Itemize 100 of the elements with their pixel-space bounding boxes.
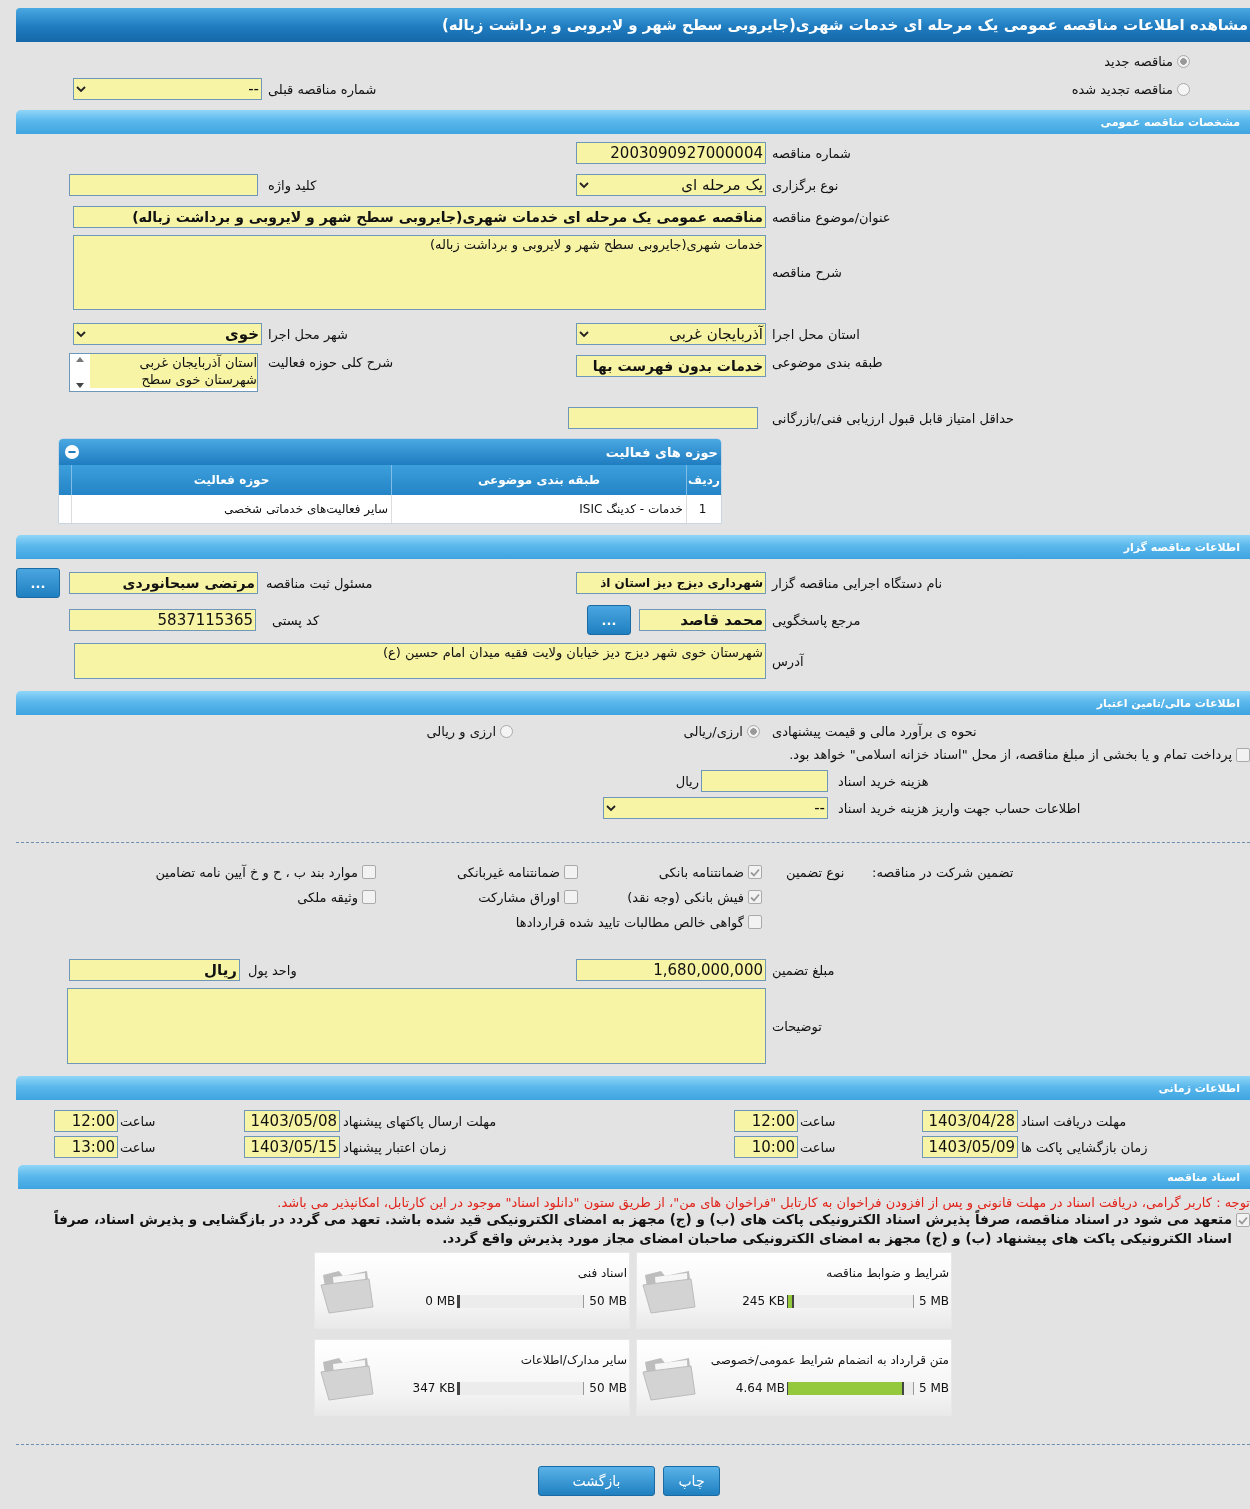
- document-title: اسناد فنی: [577, 1266, 627, 1280]
- checkbox[interactable]: [362, 890, 376, 904]
- address-field[interactable]: شهرستان خوی شهر دیزج دیز خیابان ولایت فقیه میدان امام حسین (ع): [74, 643, 766, 679]
- section-title: اطلاعات مالی/تامین اعتبار: [1096, 696, 1240, 710]
- checkbox[interactable]: [1236, 747, 1250, 762]
- form-label: نحوه ی برآورد مالی و قیمت پیشنهادی: [772, 723, 977, 739]
- date-field[interactable]: 1403/05/08: [244, 1110, 340, 1132]
- checkbox[interactable]: [748, 890, 762, 904]
- checkbox[interactable]: [564, 865, 578, 879]
- used-size: 347 KB: [412, 1381, 456, 1395]
- radio-button[interactable]: [500, 724, 513, 738]
- keyword-field[interactable]: [69, 174, 258, 196]
- currency-field[interactable]: ریال: [69, 959, 240, 981]
- previous-tender-select[interactable]: --: [73, 78, 262, 100]
- activity-scope-listbox[interactable]: استان آذربایجان غربی شهرستان خوی سطح: [69, 353, 258, 392]
- document-title: متن قرارداد به انضمام شرایط عمومی/خصوصی: [710, 1353, 949, 1367]
- column-header: ردیف: [686, 465, 721, 495]
- page-title: مشاهده اطلاعات مناقصه عمومی یک مرحله ای خدمات شهری(جایروبی سطح شهر و لایروبی و برداشت زباله): [441, 16, 1249, 34]
- registrar-field[interactable]: مرتضی سبحانوردی: [69, 572, 258, 594]
- used-size: 245 KB: [742, 1294, 785, 1308]
- category-field[interactable]: خدمات بدون فهرست بها: [576, 355, 766, 377]
- document-fee-field[interactable]: [701, 770, 828, 792]
- option-label: فیش بانکی (وجه نقد): [627, 889, 744, 905]
- collapse-icon[interactable]: [65, 445, 79, 459]
- form-label: ساعت: [800, 1139, 836, 1155]
- form-label: استان محل اجرا: [772, 326, 860, 342]
- checkbox[interactable]: [748, 865, 762, 879]
- date-field[interactable]: 1403/04/28: [922, 1110, 1018, 1132]
- section-title: اسناد مناقصه: [1167, 1170, 1240, 1184]
- caret-icon: [579, 330, 589, 338]
- caret-icon: [76, 85, 86, 93]
- list-option[interactable]: شهرستان خوی سطح: [90, 371, 257, 388]
- browse-button[interactable]: ...: [587, 605, 631, 635]
- table-cell: 1: [686, 495, 721, 523]
- subject-field[interactable]: مناقصه عمومی یک مرحله ای خدمات شهری(جایروبی سطح شهر و لایروبی و برداشت زباله): [73, 206, 766, 228]
- date-field[interactable]: 1403/05/15: [244, 1136, 340, 1158]
- time-field[interactable]: 12:00: [734, 1110, 798, 1132]
- time-field[interactable]: 12:00: [54, 1110, 118, 1132]
- section-title: اطلاعات زمانی: [1158, 1081, 1240, 1095]
- form-label: نوع برگزاری: [772, 177, 839, 193]
- form-label: هزینه خرید اسناد: [838, 773, 929, 789]
- form-label: مهلت ارسال پاکتهای پیشنهاد: [343, 1113, 497, 1129]
- time-field[interactable]: 10:00: [734, 1136, 798, 1158]
- holding-type-select[interactable]: یک مرحله ای: [576, 174, 766, 196]
- option-label: ارزی/ریالی: [683, 723, 743, 739]
- option-label: ضمانتنامه غیربانکی: [456, 864, 560, 880]
- min-score-field[interactable]: [568, 407, 758, 429]
- option-label: موارد بند ب ، ح و خ آیین نامه تضامین: [155, 864, 358, 880]
- caret-icon: [579, 181, 589, 189]
- checkbox[interactable]: [362, 865, 376, 879]
- time-field[interactable]: 13:00: [54, 1136, 118, 1158]
- description-field[interactable]: خدمات شهری(جایروبی سطح شهر و لایروبی و برداشت زباله): [73, 235, 766, 310]
- caret-icon: [76, 330, 86, 338]
- form-label: ساعت: [120, 1139, 156, 1155]
- form-label: مبلغ تضمین: [772, 962, 835, 978]
- city-select[interactable]: خوی: [73, 323, 262, 345]
- scroll-down-icon: [76, 383, 84, 388]
- table-cell: سایر فعالیت‌های خدماتی شخصی: [71, 495, 391, 523]
- table-cell: خدمات - کدینگ ISIC: [391, 495, 686, 523]
- form-label: مرجع پاسخگویی: [772, 612, 861, 628]
- radio-button[interactable]: [747, 724, 760, 738]
- form-label: عنوان/موضوع مناقصه: [772, 209, 891, 225]
- contact-field[interactable]: محمد قاصد: [639, 609, 766, 631]
- postal-code-field[interactable]: 5837115365: [69, 609, 256, 631]
- checkbox[interactable]: [564, 890, 578, 904]
- form-label: مهلت دریافت اسناد: [1021, 1113, 1127, 1129]
- browse-button[interactable]: ...: [16, 568, 60, 598]
- amount-field[interactable]: 1,680,000,000: [576, 959, 766, 981]
- checkbox[interactable]: [1236, 1213, 1250, 1227]
- form-label: واحد پول: [248, 962, 297, 978]
- date-field[interactable]: 1403/05/09: [922, 1136, 1018, 1158]
- form-label: کد پستی: [272, 612, 320, 628]
- agency-field[interactable]: شهرداری دیزج دیز استان اذ: [576, 572, 766, 594]
- form-label: نام دستگاه اجرایی مناقصه گزار: [772, 575, 943, 591]
- form-label: شماره مناقصه: [772, 145, 851, 161]
- panel-title: حوزه های فعالیت: [605, 444, 718, 460]
- commitment-text: متعهد می شود در اسناد مناقصه، صرفاً پذیرش اسناد الکترونیکی پاکت های (ب) و (ج) مجهز به امضای الکترونیکی قید شده باشد. تعهد می گردد در بازگشایی و پذیرش اسناد، صرفاً اسناد الکترونیکی پاکت های پیشنهاد (ب) و (ج) مجهز به امضای الکترونیکی صاحبان امضای مجاز مورد پذیرش واقع گردد.: [52, 1210, 1232, 1248]
- used-size: 0 MB: [425, 1294, 456, 1308]
- radio-button[interactable]: [1177, 82, 1190, 96]
- radio-button[interactable]: [1177, 54, 1190, 68]
- form-label: زمان اعتبار پیشنهاد: [343, 1139, 447, 1155]
- max-size: 50 MB: [589, 1381, 627, 1395]
- option-label: اوراق مشارکت: [478, 889, 560, 905]
- option-label: مناقصه تجدید شده: [1071, 81, 1173, 97]
- list-option[interactable]: استان آذربایجان غربی: [90, 354, 257, 371]
- checkbox[interactable]: [748, 915, 762, 929]
- province-select[interactable]: آذربایجان غربی: [576, 323, 766, 345]
- max-size: 5 MB: [918, 1381, 949, 1395]
- form-label: مسئول ثبت مناقصه: [266, 575, 373, 591]
- notes-field[interactable]: [67, 988, 766, 1064]
- form-label: تضمین شرکت در مناقصه:: [872, 864, 1014, 880]
- unit-label: ریال: [675, 773, 699, 789]
- scroll-up-icon: [76, 357, 84, 362]
- form-label: شماره مناقصه قبلی: [268, 81, 377, 97]
- notice-text: توجه : کاربر گرامی، دریافت اسناد در مهلت قانونی و پس از افزودن فراخوان به کارتابل "فراخوان های من"، از طریق ستون "دانلود اسناد" موجود در این کارتابل، امکانپذیر می باشد.: [276, 1195, 1250, 1210]
- tender-number-field[interactable]: 2003090927000004: [576, 142, 766, 164]
- account-select[interactable]: --: [603, 797, 828, 819]
- used-size: 4.64 MB: [735, 1381, 785, 1395]
- section-title: مشخصات مناقصه عمومی: [1100, 115, 1240, 129]
- document-title: شرایط و ضوابط مناقصه: [826, 1266, 949, 1280]
